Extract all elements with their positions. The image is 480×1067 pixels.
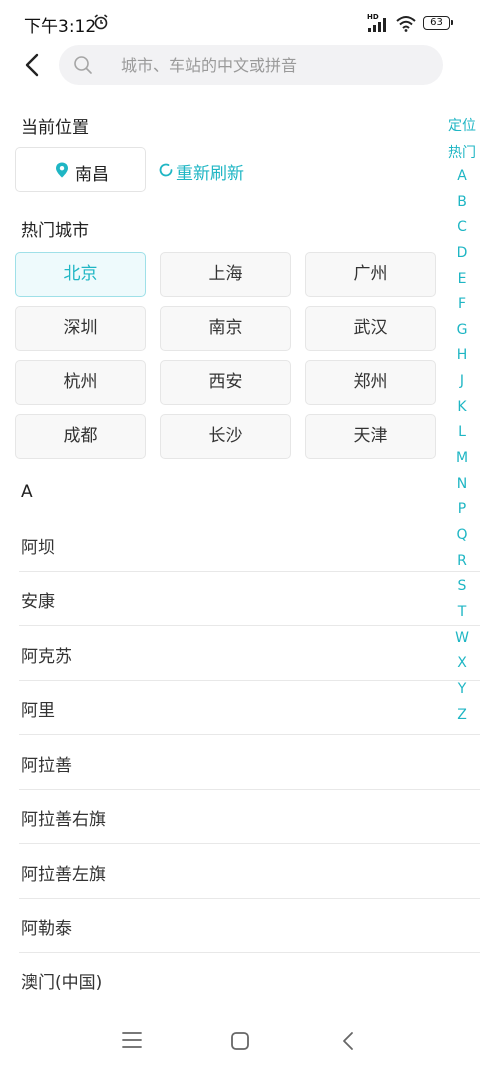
list-item-label: 阿里	[21, 701, 55, 721]
current-location-title: 当前位置	[21, 118, 89, 138]
index-item-b[interactable]: B	[444, 194, 480, 210]
refresh-label: 重新刷新	[176, 164, 244, 184]
battery-icon: 63	[423, 16, 453, 30]
list-item[interactable]: 安康	[0, 572, 480, 626]
hot-city-wuhan[interactable]: 武汉	[305, 306, 436, 351]
list-item-label: 阿坝	[21, 538, 55, 558]
system-nav-bar	[0, 1005, 480, 1067]
hot-city-shanghai[interactable]: 上海	[160, 252, 291, 297]
list-item-label: 阿拉善左旗	[21, 865, 106, 885]
search-input[interactable]	[121, 45, 431, 85]
location-pin-icon	[56, 162, 68, 178]
list-item[interactable]: 阿勒泰	[0, 899, 480, 953]
list-item[interactable]: 阿坝	[0, 518, 480, 572]
current-location-city: 南昌	[75, 165, 109, 185]
hot-city-chengdu[interactable]: 成都	[15, 414, 146, 459]
status-bar: 下午3:12 HD 63	[0, 0, 480, 44]
hot-city-guangzhou[interactable]: 广州	[305, 252, 436, 297]
list-item-label: 澳门(中国)	[21, 973, 103, 993]
list-item-label: 阿拉善	[21, 756, 72, 776]
list-item[interactable]: 阿拉善右旗	[0, 790, 480, 844]
signal-icon	[368, 18, 386, 32]
index-item-h[interactable]: H	[444, 347, 480, 363]
index-item-d[interactable]: D	[444, 245, 480, 261]
index-item-s[interactable]: S	[444, 578, 480, 594]
list-item-label: 阿拉善右旗	[21, 810, 106, 830]
hot-city-hangzhou[interactable]: 杭州	[15, 360, 146, 405]
hot-city-xian[interactable]: 西安	[160, 360, 291, 405]
index-item-p[interactable]: P	[444, 501, 480, 517]
index-item-r[interactable]: R	[444, 553, 480, 569]
index-item-c[interactable]: C	[444, 219, 480, 235]
nav-back-icon[interactable]	[340, 1031, 356, 1051]
index-item-locate[interactable]: 定位	[444, 115, 480, 135]
index-item-t[interactable]: T	[444, 604, 480, 620]
index-item-hot[interactable]: 热门	[444, 142, 480, 162]
list-item[interactable]: 阿拉善	[0, 736, 480, 790]
list-item[interactable]: 阿里	[0, 681, 480, 735]
home-icon[interactable]	[230, 1031, 250, 1051]
status-time: 下午3:12	[24, 17, 97, 37]
back-button[interactable]	[18, 50, 48, 80]
index-item-e[interactable]: E	[444, 271, 480, 287]
index-item-q[interactable]: Q	[444, 527, 480, 543]
list-item[interactable]: 阿克苏	[0, 627, 480, 681]
index-item-m[interactable]: M	[444, 450, 480, 466]
alarm-icon	[94, 14, 108, 30]
current-location-button[interactable]: 南昌	[15, 147, 146, 192]
hot-cities-title: 热门城市	[21, 221, 89, 241]
list-item-label: 阿克苏	[21, 647, 72, 667]
wifi-icon	[396, 16, 416, 32]
group-header: A	[21, 482, 33, 502]
hot-city-shenzhen[interactable]: 深圳	[15, 306, 146, 351]
index-item-a[interactable]: A	[444, 168, 480, 184]
hot-city-nanjing[interactable]: 南京	[160, 306, 291, 351]
battery-level: 63	[430, 17, 443, 28]
index-item-g[interactable]: G	[444, 322, 480, 338]
index-item-j[interactable]: J	[444, 373, 480, 389]
index-item-n[interactable]: N	[444, 476, 480, 492]
index-item-k[interactable]: K	[444, 399, 480, 415]
index-item-l[interactable]: L	[444, 424, 480, 440]
search-bar[interactable]	[59, 45, 443, 85]
list-item[interactable]: 澳门(中国)	[0, 953, 480, 1007]
hot-city-zhengzhou[interactable]: 郑州	[305, 360, 436, 405]
hot-city-beijing[interactable]: 北京	[15, 252, 146, 297]
index-item-y[interactable]: Y	[444, 681, 480, 697]
index-item-w[interactable]: W	[444, 630, 480, 646]
hot-city-changsha[interactable]: 长沙	[160, 414, 291, 459]
refresh-icon	[159, 163, 173, 177]
search-icon	[74, 56, 92, 74]
list-item[interactable]: 阿拉善左旗	[0, 845, 480, 899]
list-item-label: 阿勒泰	[21, 919, 72, 939]
index-item-f[interactable]: F	[444, 296, 480, 312]
hot-city-tianjin[interactable]: 天津	[305, 414, 436, 459]
chevron-left-icon	[25, 53, 39, 77]
index-item-x[interactable]: X	[444, 655, 480, 671]
menu-icon[interactable]	[121, 1031, 143, 1049]
list-item-label: 安康	[21, 592, 55, 612]
index-item-z[interactable]: Z	[444, 707, 480, 723]
